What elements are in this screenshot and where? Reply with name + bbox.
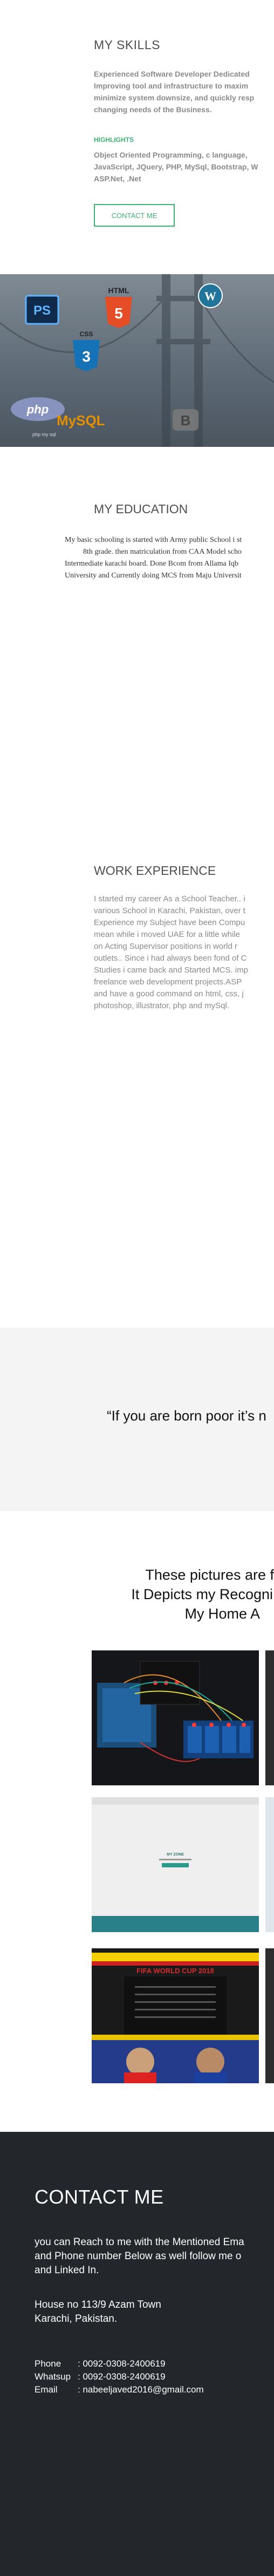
svg-text:B: B (181, 412, 191, 429)
contact-phone-row: Phone : 0092-0308-2400619 (35, 2358, 166, 2369)
svg-text:php: php (26, 403, 49, 416)
skills-description: Experienced Software Developer Dedicated… (94, 70, 255, 114)
work-experience-title: WORK EXPERIENCE (94, 864, 216, 878)
svg-text:PS: PS (33, 303, 51, 318)
bootstrap-logo: B (173, 409, 198, 431)
svg-text:MySQL: MySQL (57, 412, 105, 429)
skills-title: MY SKILLS (94, 38, 160, 52)
svg-text:3: 3 (82, 348, 91, 365)
quote-text: “If you are born poor it’s n (107, 1408, 266, 1424)
contact-whatsup-row: Whatsup : 0092-0308-2400619 (35, 2371, 166, 2382)
gallery-photo-edge (265, 1797, 274, 1932)
contact-title: CONTACT ME (35, 2186, 164, 2208)
html5-logo: HTML 5 (105, 286, 132, 328)
svg-text:W: W (204, 289, 216, 303)
whatsup-label: Whatsup (35, 2371, 71, 2382)
contact-address: House no 113/9 Azam Town Karachi, Pakist… (35, 2299, 161, 2324)
technology-banner: PS HTML 5 CSS 3 W php MySQL php my sql B (0, 274, 274, 447)
gallery-photo-circuit[interactable] (92, 1650, 259, 1785)
phone-value[interactable]: : 0092-0308-2400619 (78, 2358, 166, 2369)
contact-description: you can Reach to me with the Mentioned E… (35, 2237, 244, 2276)
gallery-photo-edge (265, 1948, 274, 2083)
fifa-website-image: FIFA WORLD CUP 2018 (92, 1948, 259, 2083)
work-experience-description: I started my career As a School Teacher.… (94, 894, 248, 1010)
email-label: Email (35, 2384, 58, 2395)
gallery-photo-fifa[interactable]: FIFA WORLD CUP 2018 (92, 1948, 259, 2083)
svg-text:MY ZONE: MY ZONE (167, 1853, 184, 1857)
photoshop-logo: PS (25, 295, 59, 325)
website-screenshot-image: MY ZONE (92, 1797, 259, 1932)
phone-label: Phone (35, 2358, 61, 2369)
wordpress-logo: W (198, 283, 223, 308)
gallery-photo-edge (265, 1650, 274, 1785)
education-description: My basic schooling is started with Army … (65, 536, 242, 580)
css3-logo: CSS 3 (73, 330, 100, 371)
contact-email-row: Email : nabeeljaved2016@gmail.com (35, 2384, 204, 2395)
svg-text:FIFA WORLD CUP 2018: FIFA WORLD CUP 2018 (136, 1967, 214, 1975)
svg-text:CSS: CSS (80, 330, 93, 338)
svg-text:5: 5 (114, 305, 123, 322)
svg-text:HTML: HTML (108, 286, 129, 295)
technology-logos-graphic: PS HTML 5 CSS 3 W php MySQL php my sql B (0, 274, 274, 447)
circuit-board-image (92, 1650, 259, 1785)
svg-text:php my sql: php my sql (32, 432, 56, 437)
contact-me-button[interactable]: CONTACT ME (94, 204, 175, 227)
highlights-list: Object Oriented Programming, c language,… (94, 151, 258, 183)
gallery-photo-website[interactable]: MY ZONE (92, 1797, 259, 1932)
highlights-label: HIGHLIGHTS (94, 136, 134, 144)
education-title: MY EDUCATION (94, 502, 188, 516)
email-value[interactable]: : nabeeljaved2016@gmail.com (78, 2384, 204, 2395)
whatsup-value[interactable]: : 0092-0308-2400619 (78, 2371, 166, 2382)
gallery-title: These pictures are f It Depicts my Recog… (131, 1567, 274, 1622)
